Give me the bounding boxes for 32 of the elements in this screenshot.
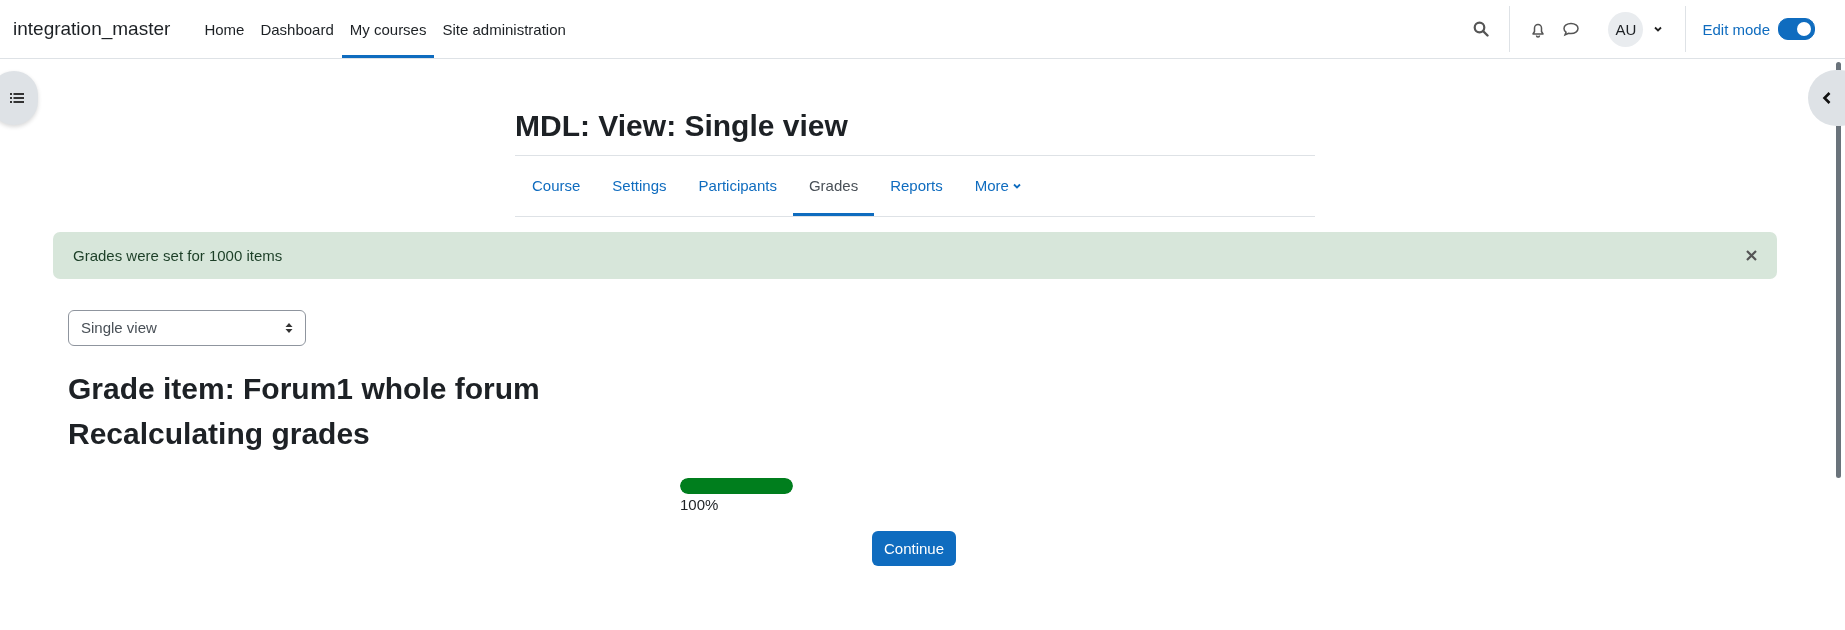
course-nav-tab[interactable]: More bbox=[958, 155, 1037, 216]
section-heading: Recalculating grades bbox=[68, 415, 371, 452]
section-heading: Grade item: Forum1 whole forum bbox=[68, 370, 541, 407]
course-nav-tab[interactable]: Reports bbox=[874, 155, 959, 216]
close-icon bbox=[1746, 249, 1757, 261]
chat-bubble-icon[interactable] bbox=[1562, 21, 1581, 37]
edit-mode-toggle[interactable] bbox=[1778, 18, 1815, 40]
report-select[interactable]: Single view bbox=[68, 309, 306, 346]
edit-mode-label: Edit mode bbox=[1702, 20, 1770, 38]
user-avatar[interactable]: AU bbox=[1608, 11, 1644, 47]
course-nav-tab[interactable]: Settings bbox=[596, 155, 683, 216]
progress-percentage: 100% bbox=[680, 495, 720, 513]
primary-nav-link[interactable]: Dashboard bbox=[252, 0, 342, 58]
course-index-drawer-button[interactable] bbox=[0, 71, 38, 125]
chevron-down-icon bbox=[1012, 182, 1021, 189]
primary-nav-link[interactable]: Site administration bbox=[434, 0, 574, 58]
list-icon bbox=[10, 92, 24, 104]
search-icon[interactable] bbox=[1473, 21, 1490, 37]
site-name[interactable]: integration_master bbox=[13, 18, 171, 40]
page-title: MDL: View: Single view bbox=[515, 59, 1315, 156]
primary-nav-link[interactable]: Home bbox=[196, 0, 253, 58]
scrollbar[interactable] bbox=[1836, 62, 1841, 478]
course-nav-tab[interactable]: Grades bbox=[792, 155, 875, 216]
sort-arrows-icon bbox=[285, 321, 293, 334]
close-button[interactable] bbox=[1746, 249, 1757, 261]
continue-button[interactable]: Continue bbox=[872, 530, 957, 566]
course-nav-tab[interactable]: Course bbox=[516, 155, 597, 216]
chevron-left-icon bbox=[1822, 91, 1832, 105]
primary-nav-link[interactable]: My courses bbox=[341, 0, 435, 58]
course-nav-tab[interactable]: Participants bbox=[682, 155, 793, 216]
alert-message: Grades were set for 1000 items bbox=[73, 246, 284, 264]
caret-down-icon[interactable] bbox=[1653, 25, 1664, 33]
